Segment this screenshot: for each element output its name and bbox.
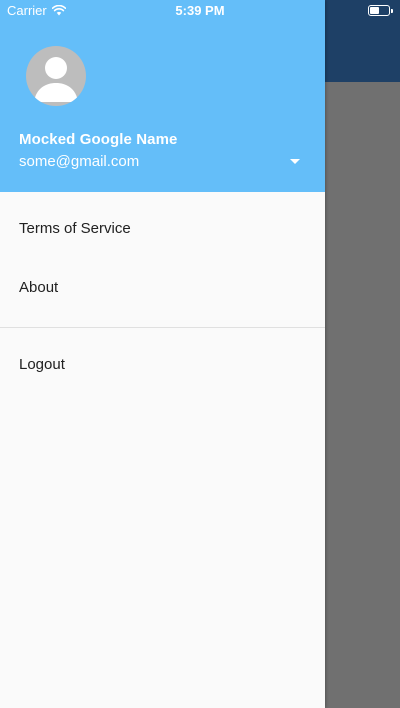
- battery-level: [370, 7, 379, 14]
- status-bar: Carrier 5:39 PM: [0, 0, 400, 22]
- caret-down-icon: [290, 159, 300, 164]
- avatar[interactable]: [26, 46, 86, 106]
- app-screen: Carrier 5:39 PM Mocked Google Name some@…: [0, 0, 400, 708]
- account-name: Mocked Google Name: [19, 131, 178, 148]
- navigation-drawer: Mocked Google Name some@gmail.com Terms …: [0, 0, 325, 708]
- menu-item-logout[interactable]: Logout: [0, 337, 325, 395]
- menu-divider: [0, 327, 325, 328]
- menu-item-label: Terms of Service: [19, 220, 131, 237]
- menu-item-about[interactable]: About: [0, 260, 325, 318]
- menu-item-label: Logout: [19, 356, 65, 373]
- drawer-header: Mocked Google Name some@gmail.com: [0, 0, 325, 192]
- person-icon: [34, 57, 78, 102]
- menu-item-terms-of-service[interactable]: Terms of Service: [0, 201, 325, 259]
- account-dropdown-button[interactable]: [287, 156, 303, 168]
- menu-item-label: About: [19, 279, 59, 296]
- battery-icon: [368, 5, 393, 16]
- account-email: some@gmail.com: [19, 153, 140, 170]
- clock: 5:39 PM: [175, 3, 225, 18]
